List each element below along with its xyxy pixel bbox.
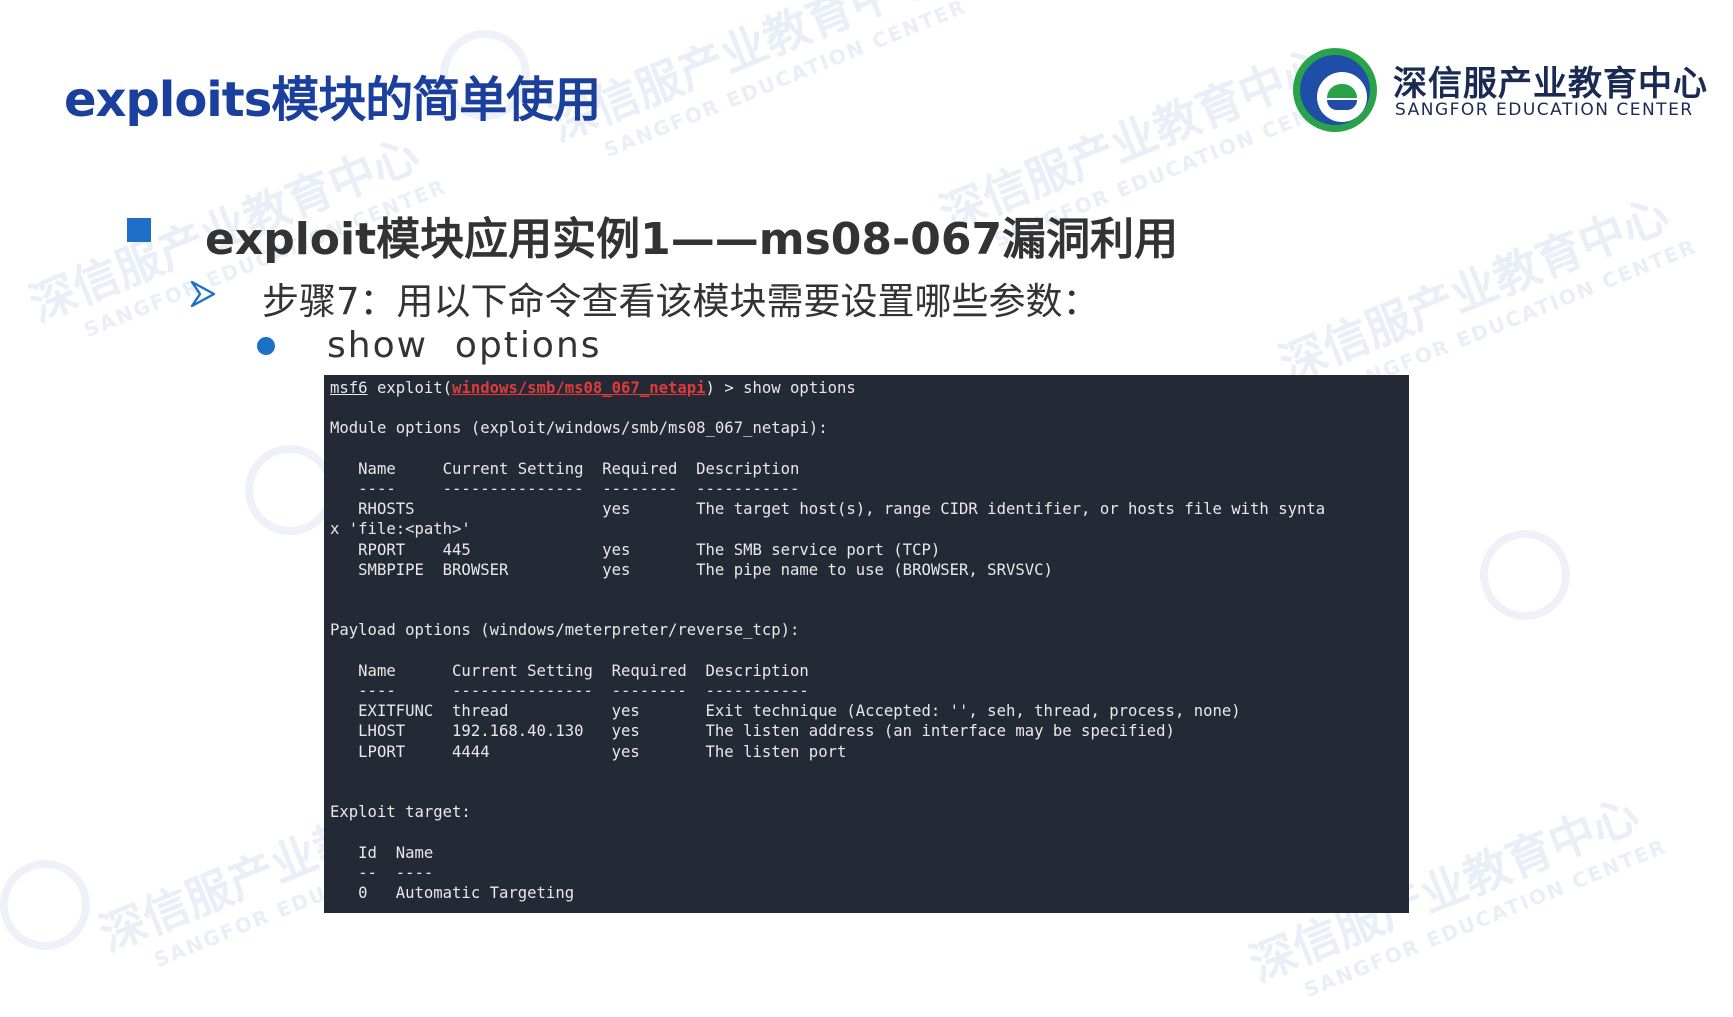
logo-text-en: SANGFOR EDUCATION CENTER bbox=[1395, 100, 1694, 120]
terminal-exploit-prefix: exploit( bbox=[367, 379, 453, 397]
terminal-screenshot: msf6 exploit(windows/smb/ms08_067_netapi… bbox=[324, 375, 1409, 913]
slide-title: exploits模块的简单使用 bbox=[64, 72, 601, 128]
watermark-text: 深信服产业教育中心 bbox=[542, 0, 947, 152]
terminal-prompt: msf6 bbox=[330, 379, 368, 397]
terminal-command: ) > show options bbox=[705, 379, 856, 397]
watermark-text-en: SANGFOR EDUCATION CENTER bbox=[600, 0, 970, 163]
bullet-square-icon bbox=[127, 218, 151, 242]
watermark: 深信服产业教育中心SANGFOR EDUCATION CENTER bbox=[539, 0, 970, 177]
watermark-seal bbox=[0, 860, 90, 950]
terminal-module-path: windows/smb/ms08_067_netapi bbox=[452, 379, 706, 397]
bullet-dot-icon bbox=[257, 337, 275, 355]
watermark-seal bbox=[245, 445, 335, 535]
terminal-body: Module options (exploit/windows/smb/ms08… bbox=[330, 419, 1326, 903]
step-text: 步骤7：用以下命令查看该模块需要设置哪些参数： bbox=[262, 280, 1100, 323]
sangfor-logo: 深信服产业教育中心 SANGFOR EDUCATION CENTER bbox=[1293, 48, 1707, 134]
watermark-text: 深信服产业教育中心 bbox=[1272, 186, 1677, 392]
logo-text-cn: 深信服产业教育中心 bbox=[1393, 64, 1708, 104]
terminal-output: msf6 exploit(windows/smb/ms08_067_netapi… bbox=[324, 375, 1409, 903]
watermark-seal bbox=[1480, 530, 1570, 620]
logo-seal-icon bbox=[1293, 48, 1377, 132]
arrow-icon bbox=[190, 280, 216, 308]
section-heading: exploit模块应用实例1——ms08-067漏洞利用 bbox=[205, 214, 1179, 265]
command-option-text: show options bbox=[327, 325, 602, 366]
